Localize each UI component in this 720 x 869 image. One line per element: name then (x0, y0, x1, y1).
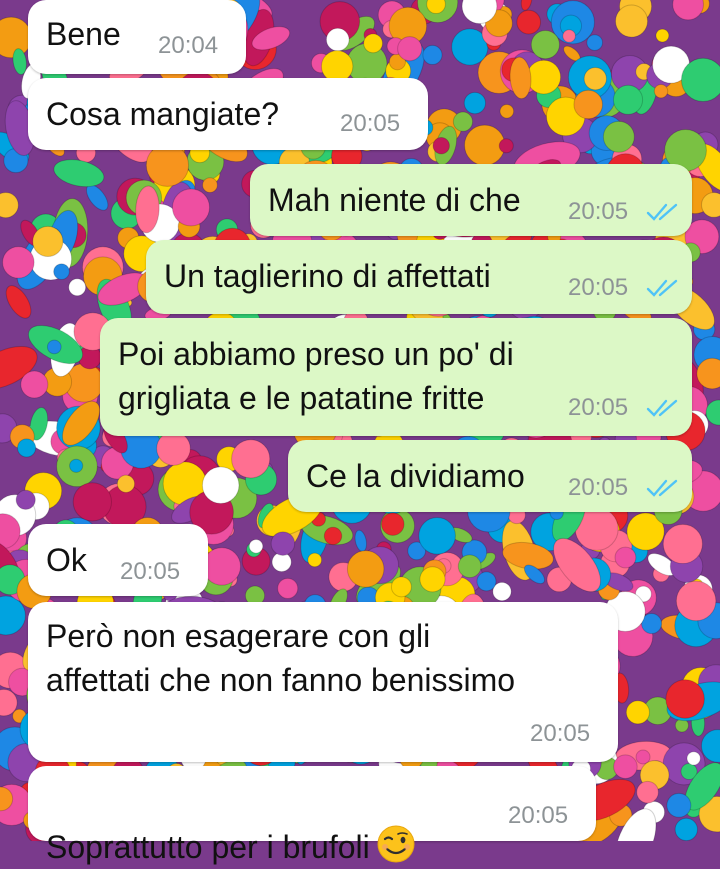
message-time: 20:05 (508, 802, 569, 829)
message-text: Però non esagerare con gli affettati che… (46, 618, 516, 698)
message-text-content: Soprattutto per i brufoli (46, 829, 370, 865)
message-text: Bene (46, 16, 121, 52)
message-bubble-incoming[interactable]: Cosa mangiate? 20:05 (28, 78, 428, 150)
chat-conversation: Bene 20:04 Cosa mangiate? 20:05 Mah nien… (0, 0, 720, 865)
message-bubble-incoming[interactable]: Ok 20:05 (28, 524, 208, 596)
message-bubble-outgoing[interactable]: Mah niente di che 20:05 (250, 164, 692, 236)
message-time: 20:05 (340, 110, 401, 137)
message-bubble-incoming[interactable]: Però non esagerare con gli affettati che… (28, 602, 618, 762)
message-time: 20:05 (530, 720, 591, 747)
message-text: Ok (46, 542, 87, 578)
message-bubble-incoming[interactable]: Bene 20:04 (28, 0, 246, 74)
double-check-icon (646, 399, 678, 417)
message-bubble-outgoing[interactable]: Poi abbiamo preso un po' di grigliata e … (100, 318, 692, 436)
double-check-icon (646, 279, 678, 297)
message-text: Soprattutto per i brufoli (46, 780, 416, 869)
winking-face-icon (377, 825, 415, 863)
message-time: 20:05 (568, 198, 629, 225)
message-time: 20:04 (158, 32, 219, 59)
message-bubble-outgoing[interactable]: Ce la dividiamo 20:05 (288, 440, 692, 512)
message-time: 20:05 (568, 474, 629, 501)
message-text: Poi abbiamo preso un po' di grigliata e … (118, 336, 514, 416)
message-text: Un taglierino di affettati (164, 258, 491, 294)
message-bubble-incoming[interactable]: Soprattutto per i brufoli 20:05 (28, 766, 596, 865)
double-check-icon (646, 479, 678, 497)
message-time: 20:05 (120, 558, 181, 585)
message-bubble-outgoing[interactable]: Un taglierino di affettati 20:05 (146, 240, 692, 314)
message-text: Cosa mangiate? (46, 96, 280, 132)
double-check-icon (646, 203, 678, 221)
message-text: Ce la dividiamo (306, 458, 525, 494)
message-time: 20:05 (568, 274, 629, 301)
message-text: Mah niente di che (268, 182, 521, 218)
message-time: 20:05 (568, 394, 629, 421)
